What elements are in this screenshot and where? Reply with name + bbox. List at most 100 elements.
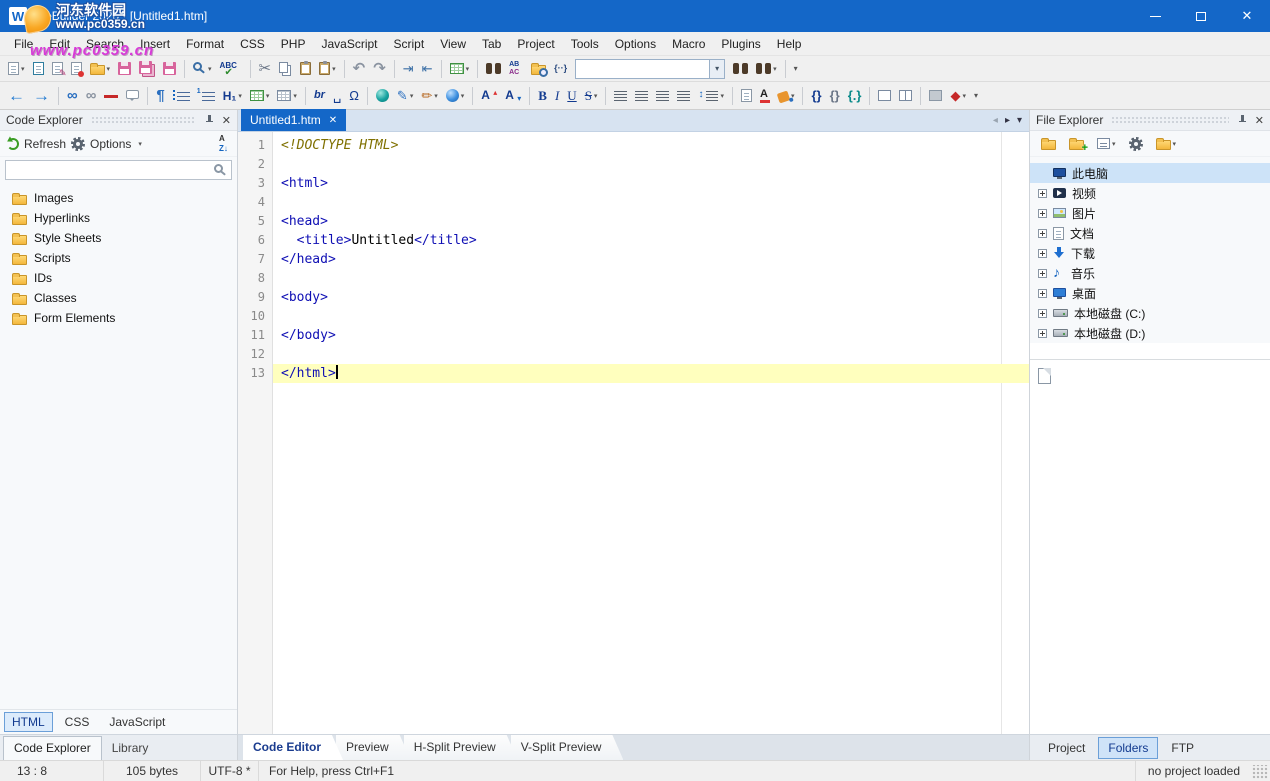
- align-left-button[interactable]: [611, 85, 630, 107]
- line-spacing-button[interactable]: ▾: [695, 85, 727, 107]
- increase-font-button[interactable]: [478, 85, 500, 107]
- font-color-button[interactable]: [757, 85, 773, 107]
- style-block-button[interactable]: {}: [827, 85, 843, 107]
- expand-icon[interactable]: [1038, 309, 1047, 318]
- menu-view[interactable]: View: [432, 34, 474, 54]
- iframe-button[interactable]: [896, 85, 915, 107]
- menu-macro[interactable]: Macro: [664, 34, 713, 54]
- insert-table-button[interactable]: ▾: [447, 58, 473, 80]
- code-line-4[interactable]: 4: [238, 193, 1029, 212]
- tree-item-视频[interactable]: 视频: [1030, 183, 1270, 203]
- view-tab-v-split-preview[interactable]: V-Split Preview: [511, 735, 624, 760]
- table-properties-button[interactable]: ▾: [274, 85, 300, 107]
- menu-tools[interactable]: Tools: [563, 34, 607, 54]
- menu-help[interactable]: Help: [769, 34, 810, 54]
- tab-scroll-right-button[interactable]: ▸: [1005, 115, 1010, 126]
- menu-tab[interactable]: Tab: [474, 34, 509, 54]
- code-line-13[interactable]: 13</html>: [238, 364, 1029, 383]
- close-button[interactable]: ✕: [1224, 0, 1270, 32]
- back-button[interactable]: ←: [5, 85, 28, 107]
- tree-item-classes[interactable]: Classes: [0, 288, 237, 308]
- undo-button[interactable]: ↶: [350, 58, 369, 80]
- comment-button[interactable]: [123, 85, 142, 107]
- folder-list-button[interactable]: ▾: [1153, 133, 1180, 155]
- anchor-button[interactable]: ∞: [83, 85, 100, 107]
- sort-az-button[interactable]: [219, 136, 230, 151]
- code-line-1[interactable]: 1<!DOCTYPE HTML>: [238, 136, 1029, 155]
- pin-icon[interactable]: [204, 114, 215, 126]
- minimize-button[interactable]: [1132, 0, 1178, 32]
- script-block-button[interactable]: {}: [808, 85, 824, 107]
- tag-library-button[interactable]: ◆▾: [947, 85, 969, 107]
- justify-button[interactable]: [674, 85, 693, 107]
- tree-item-此电脑[interactable]: 此电脑: [1030, 163, 1270, 183]
- menu-css[interactable]: CSS: [232, 34, 273, 54]
- horizontal-rule-button[interactable]: [101, 85, 121, 107]
- panel-tab-code-explorer[interactable]: Code Explorer: [3, 736, 102, 760]
- menu-file[interactable]: File: [6, 34, 41, 54]
- menu-options[interactable]: Options: [607, 34, 664, 54]
- tab-scroll-left-button[interactable]: ◂: [993, 115, 998, 126]
- insert-table-grid-button[interactable]: ▾: [247, 85, 273, 107]
- toolbar-more-button[interactable]: ▾: [971, 85, 981, 107]
- color-picker-button[interactable]: ✎▾: [394, 85, 416, 107]
- up-folder-button[interactable]: [1038, 133, 1059, 155]
- php-block-button[interactable]: {.}: [845, 85, 865, 107]
- menu-project[interactable]: Project: [509, 34, 562, 54]
- code-line-2[interactable]: 2: [238, 155, 1029, 174]
- combo-dropdown-icon[interactable]: ▾: [709, 60, 724, 78]
- tab-close-icon[interactable]: ✕: [329, 115, 337, 126]
- expand-icon[interactable]: [1038, 189, 1047, 198]
- expand-icon[interactable]: [1038, 209, 1047, 218]
- strikethrough-button[interactable]: S▾: [582, 85, 601, 107]
- code-line-12[interactable]: 12: [238, 345, 1029, 364]
- panel-tab-project[interactable]: Project: [1038, 737, 1095, 759]
- page-properties-button[interactable]: [738, 85, 755, 107]
- view-tab-code-editor[interactable]: Code Editor: [243, 735, 343, 760]
- expand-icon[interactable]: [1038, 229, 1047, 238]
- numbered-list-button[interactable]: [195, 85, 218, 107]
- align-right-button[interactable]: [653, 85, 672, 107]
- menu-plugins[interactable]: Plugins: [713, 34, 768, 54]
- view-mode-button[interactable]: ▾: [1094, 133, 1119, 155]
- resize-grip[interactable]: [1252, 765, 1268, 779]
- redo-button[interactable]: ↷: [370, 58, 389, 80]
- save-button[interactable]: [115, 58, 134, 80]
- tree-item-images[interactable]: Images: [0, 188, 237, 208]
- code-line-10[interactable]: 10: [238, 307, 1029, 326]
- code-line-5[interactable]: 5<head>: [238, 212, 1029, 231]
- decrease-font-button[interactable]: [502, 85, 524, 107]
- options-dropdown-icon[interactable]: ▾: [138, 140, 142, 148]
- code-explorer-search-input[interactable]: [10, 163, 214, 177]
- open-folder-button[interactable]: ▾: [87, 58, 114, 80]
- document-tab[interactable]: Untitled1.htm ✕: [241, 109, 346, 131]
- menu-search[interactable]: Search: [78, 34, 132, 54]
- menu-script[interactable]: Script: [386, 34, 433, 54]
- code-line-3[interactable]: 3<html>: [238, 174, 1029, 193]
- paste-button[interactable]: [297, 58, 314, 80]
- indent-button[interactable]: ⇥: [400, 58, 417, 80]
- outdent-button[interactable]: ⇤: [419, 58, 436, 80]
- tree-item-本地磁盘-d[interactable]: 本地磁盘 (D:): [1030, 323, 1270, 343]
- code-line-7[interactable]: 7</head>: [238, 250, 1029, 269]
- lang-tab-html[interactable]: HTML: [4, 712, 53, 732]
- layer-button[interactable]: [926, 85, 945, 107]
- tree-item-form-elements[interactable]: Form Elements: [0, 308, 237, 328]
- save-as-button[interactable]: [160, 58, 179, 80]
- tab-list-button[interactable]: ▾: [1017, 115, 1022, 126]
- italic-button[interactable]: I: [552, 85, 562, 107]
- code-line-6[interactable]: 6 <title>Untitled</title>: [238, 231, 1029, 250]
- search-term-combo[interactable]: ▾: [575, 59, 725, 79]
- tree-item-桌面[interactable]: 桌面: [1030, 283, 1270, 303]
- menu-edit[interactable]: Edit: [41, 34, 78, 54]
- menu-php[interactable]: PHP: [273, 34, 314, 54]
- menu-format[interactable]: Format: [178, 34, 232, 54]
- new-folder-button[interactable]: [1066, 133, 1087, 155]
- maximize-button[interactable]: [1178, 0, 1224, 32]
- bold-button[interactable]: B: [535, 85, 550, 107]
- print-button[interactable]: [68, 58, 85, 80]
- tree-item-音乐[interactable]: 音乐: [1030, 263, 1270, 283]
- nbsp-button[interactable]: ␣: [330, 85, 344, 107]
- code-snippet-button[interactable]: {··}: [551, 58, 570, 80]
- find-in-files-button[interactable]: [483, 58, 504, 80]
